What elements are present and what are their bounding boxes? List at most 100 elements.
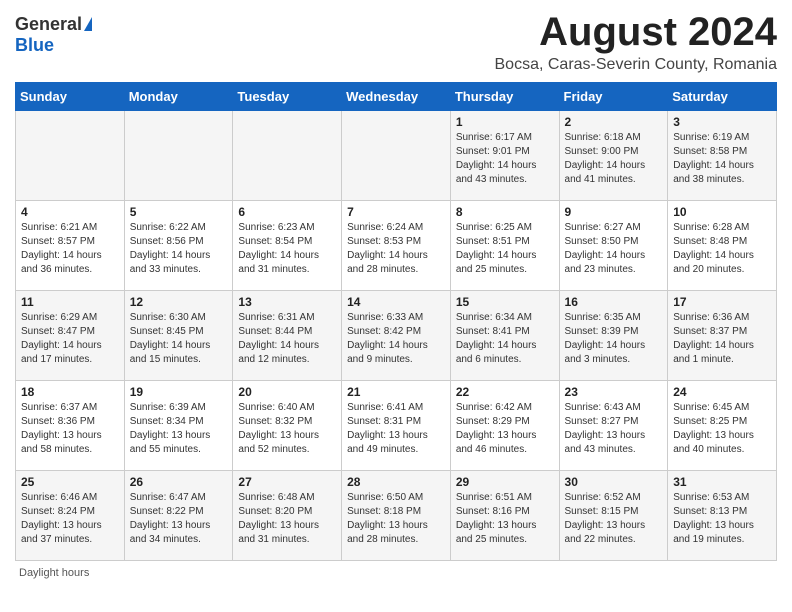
calendar-cell: 21 Sunrise: 6:41 AMSunset: 8:31 PMDayligh… <box>342 381 451 471</box>
calendar-body: 1Sunrise: 6:17 AMSunset: 9:01 PMDaylight… <box>16 111 777 561</box>
day-info: Sunrise: 6:41 AMSunset: 8:31 PMDaylight:… <box>347 401 445 457</box>
day-info: Sunrise: 6:39 AMSunset: 8:34 PMDaylight:… <box>130 401 228 457</box>
day-info: Sunrise: 6:19 AMSunset: 8:58 PMDaylight:… <box>673 131 771 187</box>
logo: General Blue <box>15 10 92 56</box>
calendar-cell: 25Sunrise: 6:46 AMSunset: 8:24 PMDayligh… <box>16 471 125 561</box>
day-info: Sunrise: 6:43 AMSunset: 8:27 PMDaylight:… <box>565 401 663 457</box>
day-number: 16 <box>565 295 663 309</box>
calendar-cell: 31Sunrise: 6:53 AMSunset: 8:13 PMDayligh… <box>668 471 777 561</box>
calendar-cell <box>124 111 233 201</box>
day-info: Sunrise: 6:18 AMSunset: 9:00 PMDaylight:… <box>565 131 663 187</box>
col-header-monday: Monday <box>124 83 233 111</box>
day-number: 23 <box>565 385 663 399</box>
col-header-tuesday: Tuesday <box>233 83 342 111</box>
col-header-sunday: Sunday <box>16 83 125 111</box>
day-number: 5 <box>130 205 228 219</box>
day-number: 8 <box>456 205 554 219</box>
day-number: 14 <box>347 295 445 309</box>
day-number: 20 <box>238 385 336 399</box>
day-number: 29 <box>456 475 554 489</box>
col-header-wednesday: Wednesday <box>342 83 451 111</box>
calendar-cell: 7Sunrise: 6:24 AMSunset: 8:53 PMDaylight… <box>342 201 451 291</box>
day-info: Sunrise: 6:21 AMSunset: 8:57 PMDaylight:… <box>21 221 119 277</box>
day-number: 2 <box>565 115 663 129</box>
calendar-cell: 27 Sunrise: 6:48 AMSunset: 8:20 PMDayligh… <box>233 471 342 561</box>
day-number: 15 <box>456 295 554 309</box>
day-info: Sunrise: 6:23 AMSunset: 8:54 PMDaylight:… <box>238 221 336 277</box>
day-number: 26 <box>130 475 228 489</box>
calendar-cell: 15 Sunrise: 6:34 AMSunset: 8:41 PMDayligh… <box>450 291 559 381</box>
day-info: Sunrise: 6:51 AMSunset: 8:16 PMDaylight:… <box>456 491 554 547</box>
day-info: Sunrise: 6:40 AMSunset: 8:32 PMDaylight:… <box>238 401 336 457</box>
logo-triangle-icon <box>84 17 92 31</box>
day-number: 13 <box>238 295 336 309</box>
calendar-cell: 5 Sunrise: 6:22 AMSunset: 8:56 PMDaylight… <box>124 201 233 291</box>
day-number: 6 <box>238 205 336 219</box>
calendar-row-2: 11Sunrise: 6:29 AMSunset: 8:47 PMDayligh… <box>16 291 777 381</box>
col-header-friday: Friday <box>559 83 668 111</box>
calendar-cell: 18 Sunrise: 6:37 AMSunset: 8:36 PMDayligh… <box>16 381 125 471</box>
day-info: Sunrise: 6:42 AMSunset: 8:29 PMDaylight:… <box>456 401 554 457</box>
day-number: 24 <box>673 385 771 399</box>
day-number: 4 <box>21 205 119 219</box>
day-info: Sunrise: 6:50 AMSunset: 8:18 PMDaylight:… <box>347 491 445 547</box>
calendar-cell: 2 Sunrise: 6:18 AMSunset: 9:00 PMDaylight… <box>559 111 668 201</box>
day-number: 10 <box>673 205 771 219</box>
calendar-cell: 9Sunrise: 6:27 AMSunset: 8:50 PMDaylight… <box>559 201 668 291</box>
calendar-row-3: 18 Sunrise: 6:37 AMSunset: 8:36 PMDayligh… <box>16 381 777 471</box>
day-info: Sunrise: 6:35 AMSunset: 8:39 PMDaylight:… <box>565 311 663 367</box>
header-row: SundayMondayTuesdayWednesdayThursdayFrid… <box>16 83 777 111</box>
calendar-cell: 1Sunrise: 6:17 AMSunset: 9:01 PMDaylight… <box>450 111 559 201</box>
calendar-cell: 28 Sunrise: 6:50 AMSunset: 8:18 PMDayligh… <box>342 471 451 561</box>
calendar-row-4: 25Sunrise: 6:46 AMSunset: 8:24 PMDayligh… <box>16 471 777 561</box>
day-number: 12 <box>130 295 228 309</box>
day-number: 21 <box>347 385 445 399</box>
day-info: Sunrise: 6:33 AMSunset: 8:42 PMDaylight:… <box>347 311 445 367</box>
calendar-cell: 19 Sunrise: 6:39 AMSunset: 8:34 PMDayligh… <box>124 381 233 471</box>
day-info: Sunrise: 6:47 AMSunset: 8:22 PMDaylight:… <box>130 491 228 547</box>
col-header-thursday: Thursday <box>450 83 559 111</box>
day-info: Sunrise: 6:48 AMSunset: 8:20 PMDaylight:… <box>238 491 336 547</box>
day-number: 18 <box>21 385 119 399</box>
title-area: August 2024 Bocsa, Caras-Severin County,… <box>495 10 778 74</box>
day-info: Sunrise: 6:36 AMSunset: 8:37 PMDaylight:… <box>673 311 771 367</box>
day-number: 17 <box>673 295 771 309</box>
calendar-cell: 8 Sunrise: 6:25 AMSunset: 8:51 PMDaylight… <box>450 201 559 291</box>
calendar-cell: 6 Sunrise: 6:23 AMSunset: 8:54 PMDaylight… <box>233 201 342 291</box>
calendar-cell: 12 Sunrise: 6:30 AMSunset: 8:45 PMDayligh… <box>124 291 233 381</box>
day-info: Sunrise: 6:22 AMSunset: 8:56 PMDaylight:… <box>130 221 228 277</box>
day-info: Sunrise: 6:37 AMSunset: 8:36 PMDaylight:… <box>21 401 119 457</box>
day-number: 30 <box>565 475 663 489</box>
day-info: Sunrise: 6:34 AMSunset: 8:41 PMDaylight:… <box>456 311 554 367</box>
calendar-row-1: 4 Sunrise: 6:21 AMSunset: 8:57 PMDaylight… <box>16 201 777 291</box>
calendar-cell: 14 Sunrise: 6:33 AMSunset: 8:42 PMDayligh… <box>342 291 451 381</box>
day-number: 19 <box>130 385 228 399</box>
calendar-cell <box>233 111 342 201</box>
calendar-cell: 3 Sunrise: 6:19 AMSunset: 8:58 PMDaylight… <box>668 111 777 201</box>
day-info: Sunrise: 6:28 AMSunset: 8:48 PMDaylight:… <box>673 221 771 277</box>
day-number: 9 <box>565 205 663 219</box>
day-info: Sunrise: 6:30 AMSunset: 8:45 PMDaylight:… <box>130 311 228 367</box>
day-number: 22 <box>456 385 554 399</box>
calendar-cell: 23 Sunrise: 6:43 AMSunset: 8:27 PMDayligh… <box>559 381 668 471</box>
calendar-row-0: 1Sunrise: 6:17 AMSunset: 9:01 PMDaylight… <box>16 111 777 201</box>
calendar-cell: 20 Sunrise: 6:40 AMSunset: 8:32 PMDayligh… <box>233 381 342 471</box>
calendar-cell: 22 Sunrise: 6:42 AMSunset: 8:29 PMDayligh… <box>450 381 559 471</box>
calendar-cell: 24 Sunrise: 6:45 AMSunset: 8:25 PMDayligh… <box>668 381 777 471</box>
main-title: August 2024 <box>495 10 778 54</box>
calendar-cell <box>342 111 451 201</box>
calendar-cell: 10 Sunrise: 6:28 AMSunset: 8:48 PMDayligh… <box>668 201 777 291</box>
day-info: Sunrise: 6:45 AMSunset: 8:25 PMDaylight:… <box>673 401 771 457</box>
day-number: 3 <box>673 115 771 129</box>
day-number: 28 <box>347 475 445 489</box>
day-info: Sunrise: 6:25 AMSunset: 8:51 PMDaylight:… <box>456 221 554 277</box>
footer: Daylight hours <box>15 567 777 579</box>
subtitle: Bocsa, Caras-Severin County, Romania <box>495 56 778 74</box>
calendar-cell: 13 Sunrise: 6:31 AMSunset: 8:44 PMDayligh… <box>233 291 342 381</box>
day-info: Sunrise: 6:24 AMSunset: 8:53 PMDaylight:… <box>347 221 445 277</box>
calendar-cell: 4 Sunrise: 6:21 AMSunset: 8:57 PMDaylight… <box>16 201 125 291</box>
day-info: Sunrise: 6:31 AMSunset: 8:44 PMDaylight:… <box>238 311 336 367</box>
day-number: 27 <box>238 475 336 489</box>
calendar-cell: 11Sunrise: 6:29 AMSunset: 8:47 PMDayligh… <box>16 291 125 381</box>
header: General Blue August 2024 Bocsa, Caras-Se… <box>15 10 777 74</box>
